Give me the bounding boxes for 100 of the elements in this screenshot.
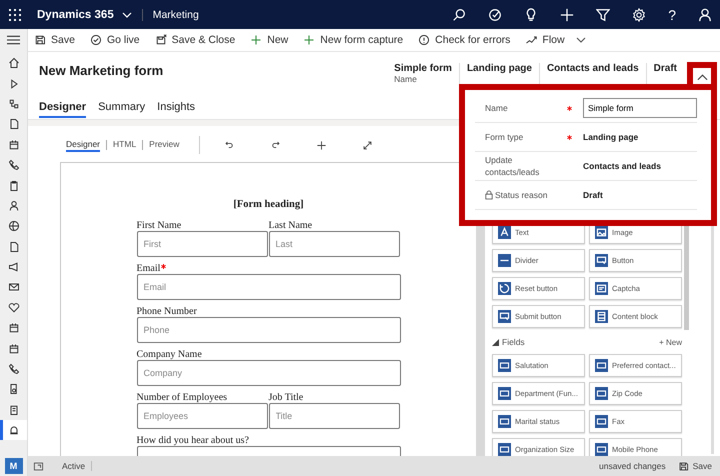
command-button[interactable]: Save	[34, 34, 75, 46]
redo-icon[interactable]	[270, 140, 282, 150]
chevron-down-icon	[576, 37, 586, 43]
field-icon	[498, 387, 511, 400]
header-field-value: Draft	[654, 63, 677, 74]
field-icon	[595, 387, 608, 400]
filter-icon[interactable]	[596, 8, 610, 22]
flyout-field-value: Contacts and leads	[583, 161, 661, 171]
save-icon	[34, 34, 46, 46]
header-field-value: Landing page	[466, 63, 532, 74]
document-search-icon	[8, 383, 20, 396]
field-label: How did you hear about us?	[136, 435, 249, 446]
required-icon	[567, 134, 572, 140]
section-title: Fields	[502, 337, 525, 347]
header-field-value: Simple form	[394, 63, 452, 74]
field-icon	[595, 359, 608, 372]
save-icon	[678, 460, 689, 472]
calendar-icon	[8, 138, 20, 151]
element-icon	[595, 282, 608, 295]
phone-icon	[8, 363, 20, 376]
name-input-field[interactable]: Simple form	[583, 98, 697, 118]
element-icon	[595, 254, 608, 267]
nav-item[interactable]	[0, 420, 27, 440]
input-field[interactable]: Email	[136, 274, 400, 300]
search-icon[interactable]	[452, 8, 466, 22]
tab[interactable]: Insights	[157, 101, 196, 118]
settings-icon[interactable]	[632, 8, 646, 22]
field-label: Number of Employees	[136, 392, 228, 403]
menu-icon[interactable]	[7, 35, 20, 45]
view-tab[interactable]: Preview	[149, 138, 180, 152]
field-label: Last Name	[268, 220, 312, 231]
field-label: Job Title	[268, 392, 304, 403]
globe-icon	[8, 220, 20, 232]
plus-icon[interactable]	[316, 140, 328, 150]
input-field[interactable]: Title	[268, 403, 400, 429]
command-button[interactable]: Go live	[90, 34, 140, 46]
element-icon	[498, 282, 511, 295]
input-field[interactable]: Last	[268, 231, 400, 257]
help-button[interactable]: ?	[668, 8, 676, 22]
user-icon[interactable]	[698, 8, 712, 22]
flow-icon	[525, 34, 538, 46]
element-icon	[498, 254, 511, 267]
flyout-field-label: Form type	[485, 131, 524, 143]
field-icon	[498, 415, 511, 428]
form-heading: [Form heading]	[232, 199, 305, 210]
input-field[interactable]: Phone	[136, 317, 400, 343]
unsaved-changes-text: unsaved changes	[598, 461, 666, 471]
field-label: First Name	[136, 220, 182, 231]
flyout-field-label: Status reason	[495, 189, 548, 201]
command-button[interactable]: Check for errors	[418, 34, 510, 46]
tab[interactable]: Designer	[39, 101, 86, 118]
command-button[interactable]: New	[250, 34, 288, 46]
document-icon	[8, 240, 20, 253]
chevron-down-icon[interactable]	[122, 12, 132, 18]
flyout-field-value: Draft	[583, 190, 603, 200]
command-button[interactable]: New form capture	[303, 34, 404, 46]
flyout-field-label: Name	[485, 102, 508, 114]
element-icon	[595, 310, 608, 323]
heart-icon	[8, 302, 20, 314]
clipboard-icon	[8, 180, 20, 192]
field-label: Phone Number	[136, 306, 197, 317]
header-field-value: Contacts and leads	[546, 63, 639, 74]
input-field[interactable]: Employees	[136, 403, 268, 429]
form-icon	[8, 404, 20, 416]
field-icon	[595, 415, 608, 428]
required-icon	[567, 106, 572, 110]
command-button[interactable]: Flow	[525, 34, 586, 46]
undo-icon[interactable]	[224, 140, 236, 150]
home-icon	[8, 57, 20, 70]
flyout-field-value: Landing page	[583, 132, 638, 142]
field-icon	[498, 359, 511, 372]
input-field[interactable]: First	[136, 231, 268, 257]
command-button[interactable]: Save & Close	[154, 34, 236, 46]
expand-icon[interactable]	[362, 140, 374, 150]
element-icon	[498, 310, 511, 323]
record-title: New Marketing form	[39, 63, 164, 78]
phone-icon	[8, 159, 20, 172]
view-tab[interactable]: HTML	[113, 138, 136, 152]
plus-icon	[303, 34, 316, 46]
record-status: Active	[62, 461, 86, 471]
view-tab[interactable]: Designer	[66, 138, 100, 152]
save-button[interactable]: Save	[678, 460, 712, 472]
user-avatar[interactable]: M	[4, 458, 22, 474]
input-field[interactable]: Company	[136, 360, 400, 386]
calendar-icon	[8, 342, 20, 355]
chevron-up-icon	[696, 74, 708, 81]
app-launcher-icon[interactable]	[9, 8, 21, 20]
save-close-icon	[154, 34, 167, 46]
document-icon	[8, 118, 20, 130]
bell-icon	[8, 424, 20, 436]
plus-icon	[250, 34, 262, 46]
app-name[interactable]: Dynamics 365	[37, 8, 114, 20]
person-icon	[8, 200, 20, 212]
lightbulb-icon[interactable]	[524, 8, 538, 22]
lock-icon	[485, 190, 493, 200]
open-window-icon[interactable]	[33, 460, 44, 472]
target-check-icon[interactable]	[488, 8, 502, 22]
new-field-link[interactable]: + New	[659, 338, 682, 346]
expanded-triangle-icon[interactable]	[492, 338, 499, 346]
tab[interactable]: Summary	[98, 101, 146, 118]
